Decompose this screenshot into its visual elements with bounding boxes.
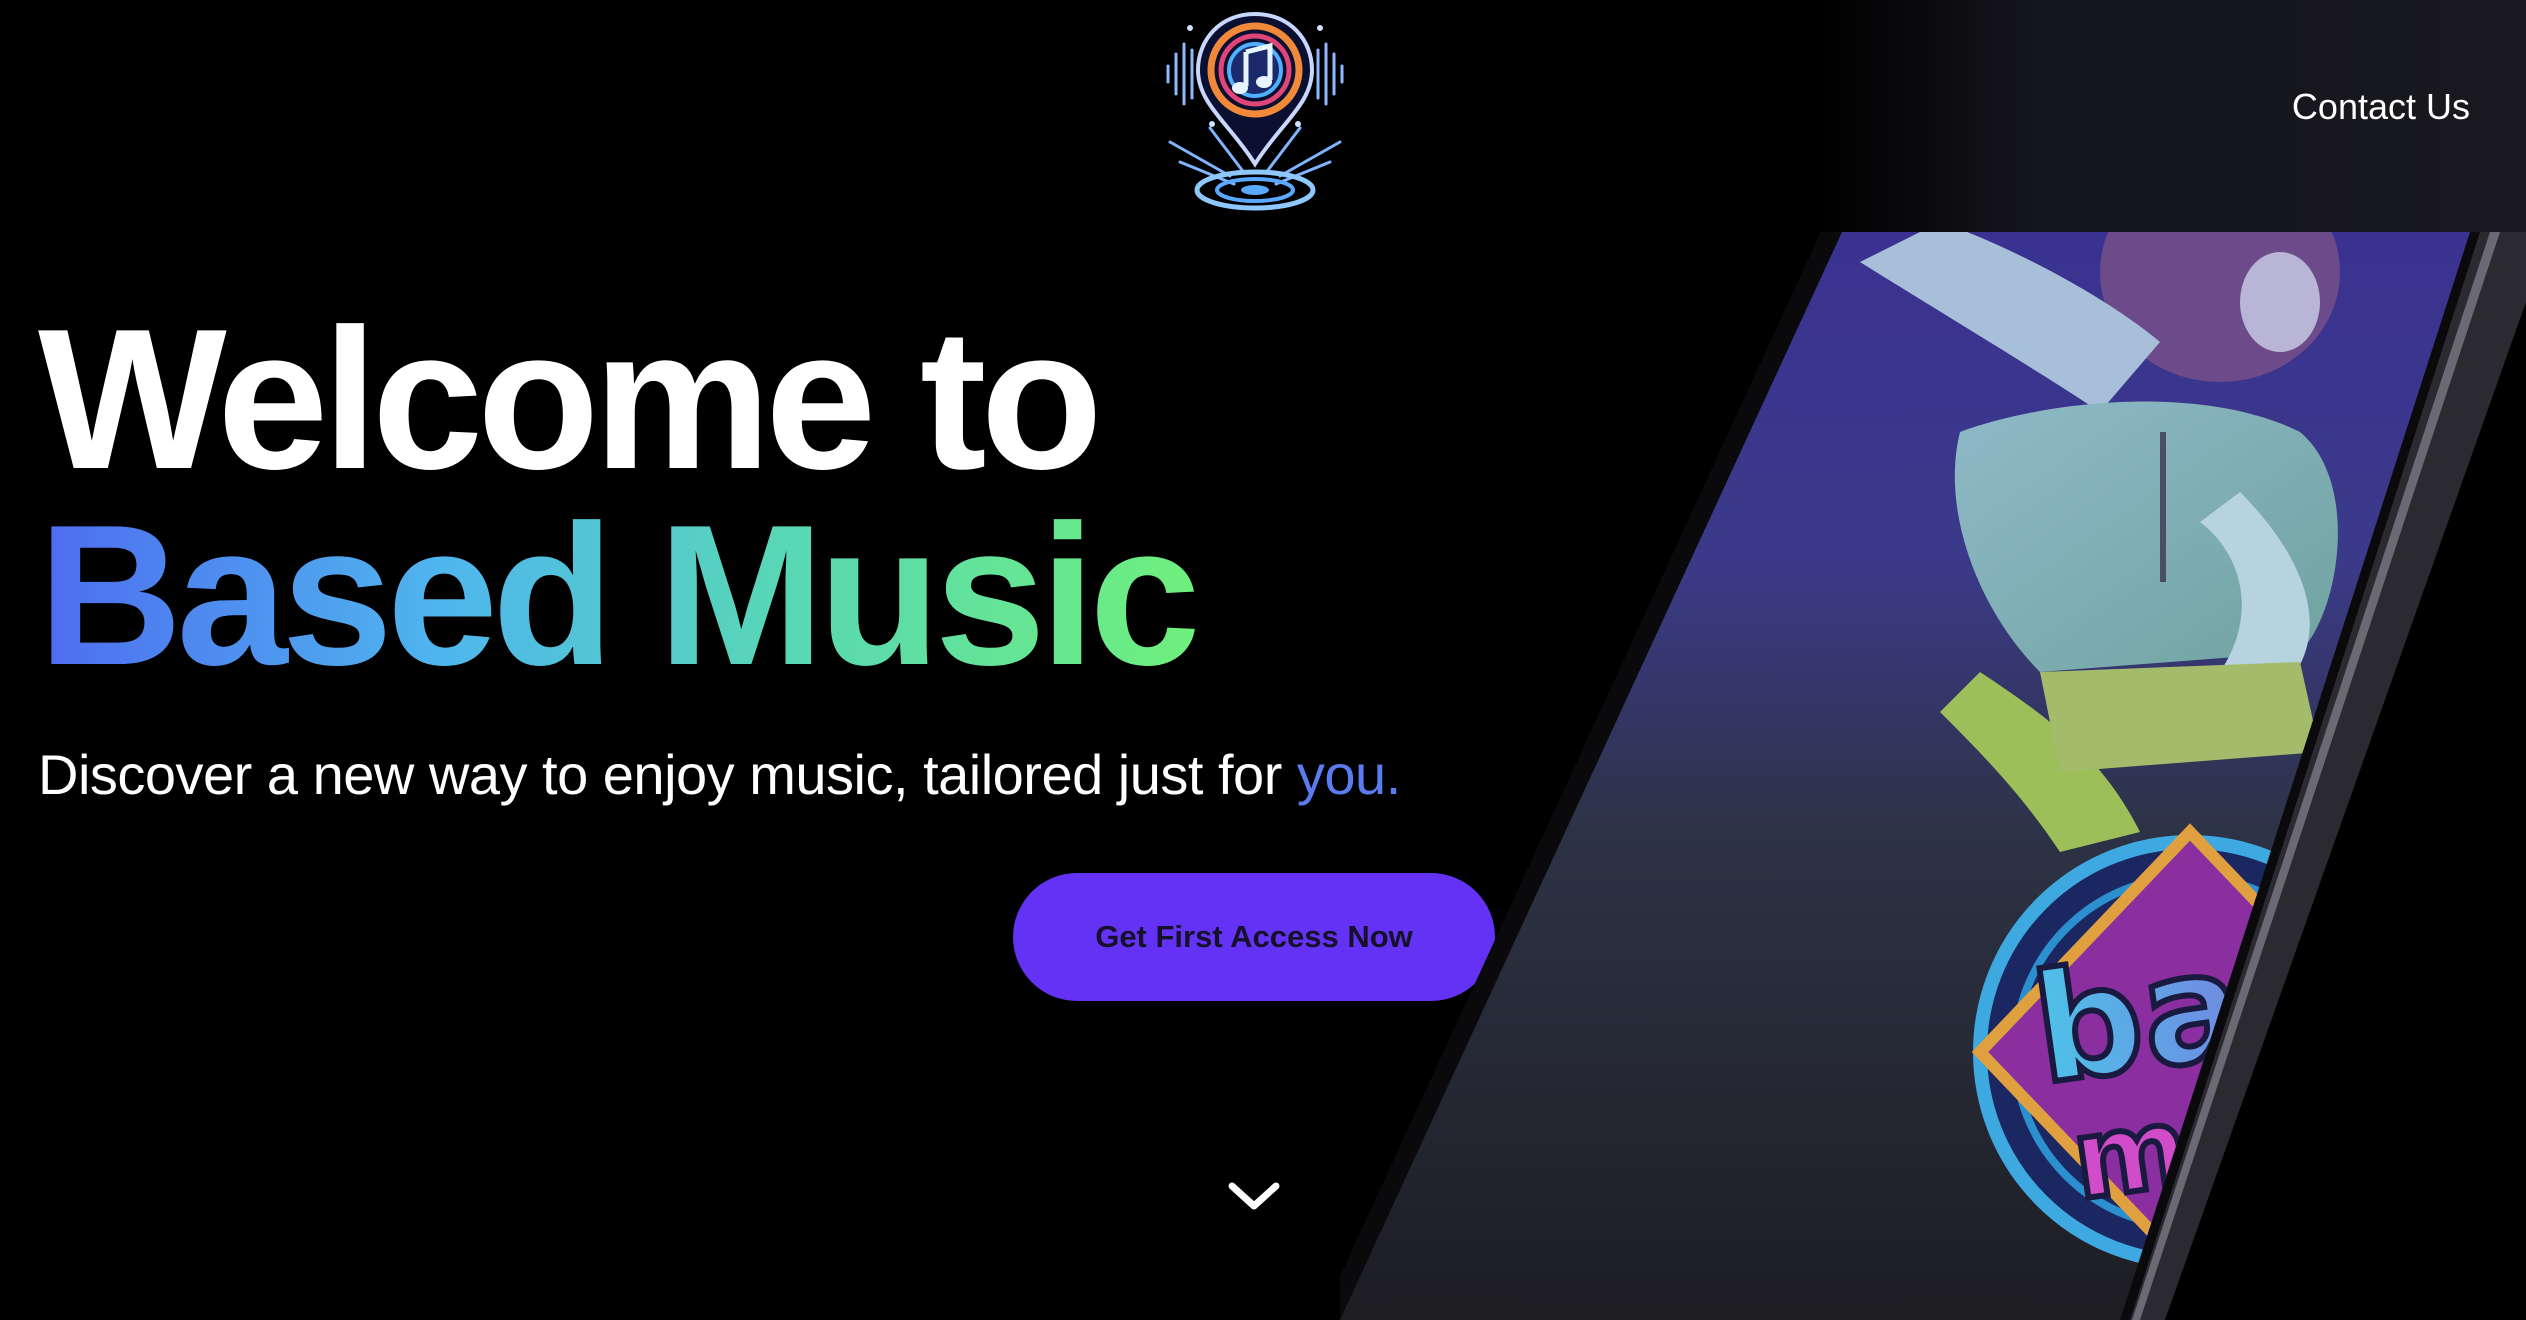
contact-us-link[interactable]: Contact Us <box>2292 86 2470 128</box>
hero-title-line-2: Based Music <box>38 484 1201 707</box>
hero-subtitle: Discover a new way to enjoy music, tailo… <box>38 742 1401 807</box>
phone-mockup: based music <box>1340 232 2526 1320</box>
landing-page: Contact Us Welcome to Based Music Discov… <box>0 0 2526 1320</box>
music-note-pin-logo-icon[interactable] <box>1150 4 1360 214</box>
hero-subtitle-main: Discover a new way to enjoy music, tailo… <box>38 743 1297 806</box>
hero-title-line-1: Welcome to <box>38 288 1103 511</box>
chevron-down-icon[interactable] <box>1224 1176 1284 1216</box>
header-nav-bar: Contact Us <box>1820 0 2526 232</box>
